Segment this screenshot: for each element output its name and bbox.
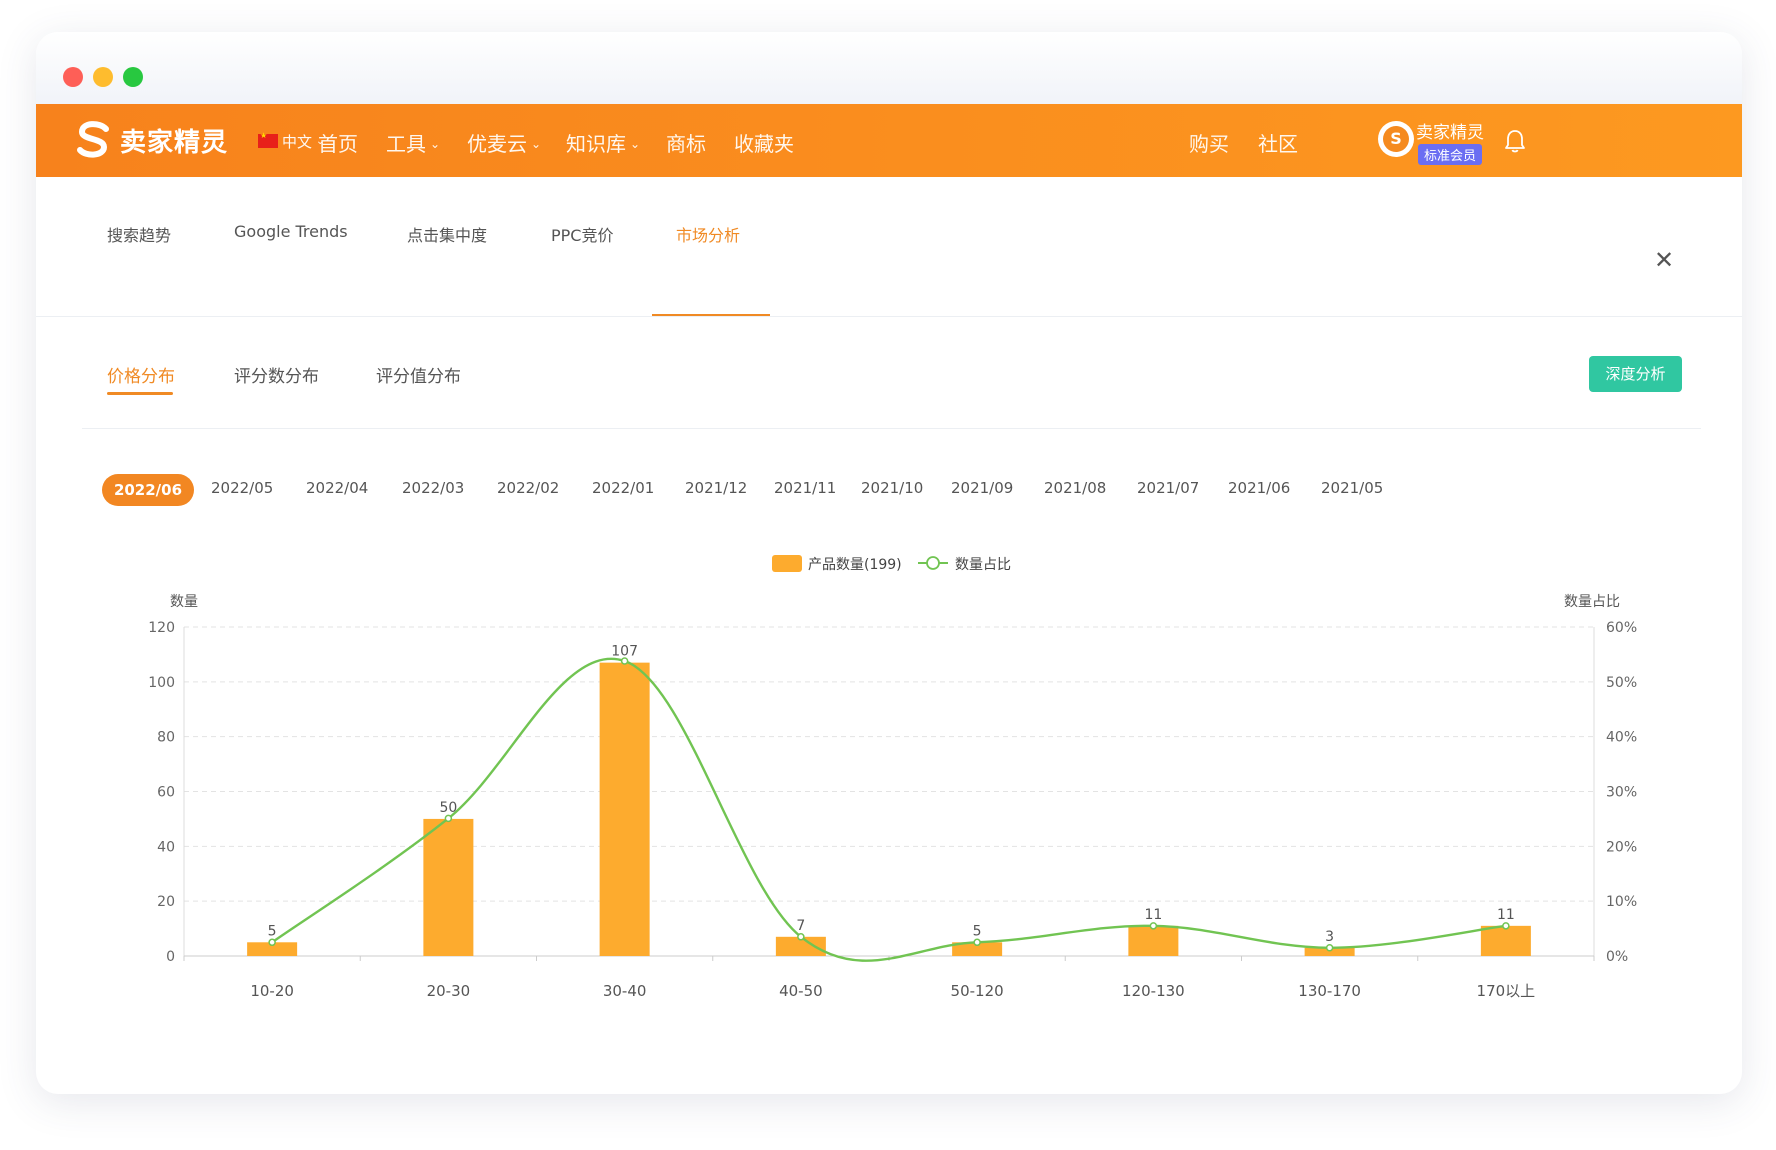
y2-tick-label: 0% [1606,949,1628,965]
price-distribution-chart: 0 0% 20 10% 40 20% 60 30% 80 40% 100 50% 120 60% 数量 数量占… [148,555,1637,1000]
y2-tick-label: 10% [1606,894,1637,910]
bar [423,818,474,956]
x-tick-label: 120-130 [1122,982,1185,1000]
y-tick-label: 100 [148,675,175,691]
y-axis-title: 数量 [170,594,198,610]
y-tick-label: 80 [157,730,175,746]
share-point [797,933,805,941]
share-point [1149,922,1158,930]
bar-value-label: 107 [611,644,638,660]
share-point [973,938,981,947]
share-point [620,657,629,665]
x-tick-label: 20-30 [427,982,471,1000]
y2-tick-label: 40% [1606,730,1637,746]
legend-line-marker [926,556,940,570]
y-tick-label: 20 [157,894,175,910]
y-tick-label: 60 [157,785,175,801]
bar-value-label: 11 [1144,907,1162,923]
y-tick-label: 0 [166,949,175,965]
bar-value-label: 11 [1497,907,1515,923]
y2-tick-label: 50% [1606,675,1637,691]
y2-tick-label: 60% [1606,620,1637,636]
x-tick-label: 50-120 [951,982,1004,1000]
bar [1128,925,1179,956]
legend-bar-swatch [772,555,802,572]
share-point [1325,944,1334,952]
bar-value-label: 7 [796,918,805,934]
bar-value-label: 3 [1325,929,1334,945]
y2-axis-title: 数量占比 [1564,594,1620,610]
x-tick-label: 130-170 [1298,982,1361,1000]
share-point [268,938,276,947]
bar [1480,925,1531,956]
y2-tick-label: 30% [1606,785,1637,801]
legend-line-label: 数量占比 [955,557,1011,573]
legend-bar-label: 产品数量(199) [808,557,902,573]
bar-value-label: 5 [268,923,277,939]
y-tick-label: 120 [148,620,175,636]
bar [599,662,650,956]
x-tick-label: 40-50 [779,982,823,1000]
y2-tick-label: 20% [1606,839,1637,855]
x-tick-label: 30-40 [603,982,647,1000]
share-point [1502,922,1510,930]
bar-value-label: 5 [973,923,982,939]
share-point [444,814,453,823]
x-tick-label: 10-20 [250,982,294,1000]
y-tick-label: 40 [157,839,175,855]
x-tick-label: 170以上 [1477,982,1536,1000]
